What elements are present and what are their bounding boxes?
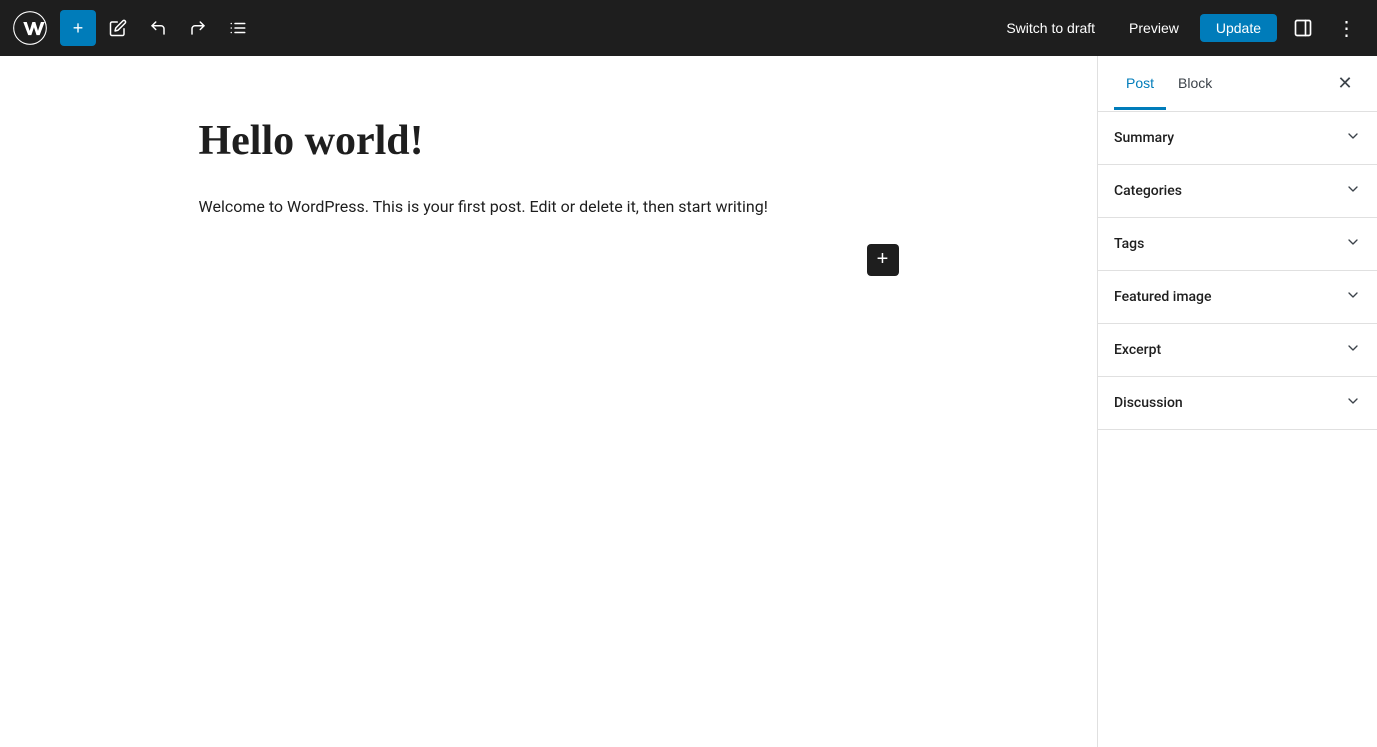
toolbar-right: Switch to draft Preview Update ⋮ [993, 10, 1365, 46]
panel-tags-title: Tags [1114, 236, 1144, 252]
chevron-categories-icon [1345, 181, 1361, 201]
add-block-button[interactable]: + [60, 10, 96, 46]
panel-categories-title: Categories [1114, 183, 1182, 199]
undo-button[interactable] [140, 10, 176, 46]
main-layout: Hello world! Welcome to WordPress. This … [0, 56, 1377, 747]
panel-summary: Summary [1098, 112, 1377, 165]
toolbar: + Switch to draft Preview Update [0, 0, 1377, 56]
tab-block[interactable]: Block [1166, 59, 1224, 110]
panel-excerpt-header[interactable]: Excerpt [1098, 324, 1377, 376]
sidebar-panels: Summary Categories Tags [1098, 112, 1377, 747]
sidebar: Post Block ✕ Summary Categories [1097, 56, 1377, 747]
panel-discussion-title: Discussion [1114, 395, 1183, 411]
panel-discussion: Discussion [1098, 377, 1377, 430]
wp-logo[interactable] [12, 10, 48, 46]
panel-discussion-header[interactable]: Discussion [1098, 377, 1377, 429]
panel-summary-header[interactable]: Summary [1098, 112, 1377, 164]
tab-post[interactable]: Post [1114, 59, 1166, 110]
chevron-featured-image-icon [1345, 287, 1361, 307]
panel-featured-image: Featured image [1098, 271, 1377, 324]
chevron-excerpt-icon [1345, 340, 1361, 360]
post-title[interactable]: Hello world! [199, 116, 899, 166]
panel-featured-image-title: Featured image [1114, 289, 1212, 305]
sidebar-toggle-button[interactable] [1285, 10, 1321, 46]
post-body[interactable]: Welcome to WordPress. This is your first… [199, 194, 899, 220]
panel-tags: Tags [1098, 218, 1377, 271]
preview-button[interactable]: Preview [1116, 13, 1192, 43]
editor-area: Hello world! Welcome to WordPress. This … [0, 56, 1097, 747]
editor-content: Hello world! Welcome to WordPress. This … [199, 116, 899, 687]
redo-button[interactable] [180, 10, 216, 46]
chevron-summary-icon [1345, 128, 1361, 148]
update-button[interactable]: Update [1200, 14, 1277, 42]
switch-to-draft-button[interactable]: Switch to draft [993, 13, 1108, 43]
sidebar-close-button[interactable]: ✕ [1329, 68, 1361, 100]
panel-categories: Categories [1098, 165, 1377, 218]
more-options-button[interactable]: ⋮ [1329, 10, 1365, 46]
panel-summary-title: Summary [1114, 130, 1174, 146]
panel-categories-header[interactable]: Categories [1098, 165, 1377, 217]
sidebar-header: Post Block ✕ [1098, 56, 1377, 112]
edit-mode-button[interactable] [100, 10, 136, 46]
chevron-tags-icon [1345, 234, 1361, 254]
list-view-button[interactable] [220, 10, 256, 46]
panel-excerpt-title: Excerpt [1114, 342, 1161, 358]
chevron-discussion-icon [1345, 393, 1361, 413]
panel-excerpt: Excerpt [1098, 324, 1377, 377]
panel-featured-image-header[interactable]: Featured image [1098, 271, 1377, 323]
inline-add-block-button[interactable]: + [867, 244, 899, 276]
panel-tags-header[interactable]: Tags [1098, 218, 1377, 270]
